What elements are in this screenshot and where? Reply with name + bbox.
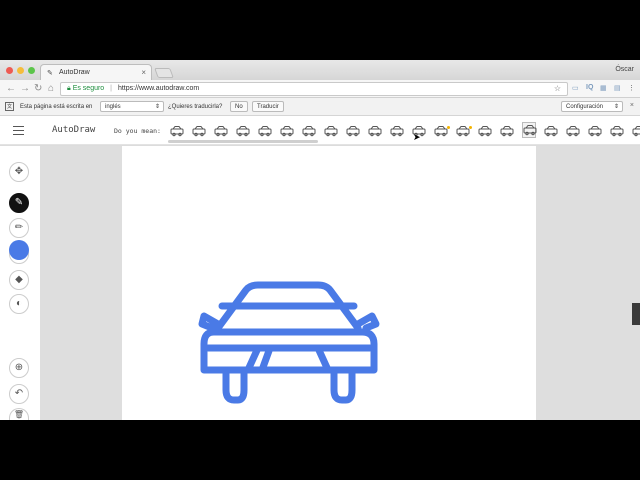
translate-icon: 文 xyxy=(5,102,14,111)
move-icon[interactable]: ✥ xyxy=(9,162,29,182)
car-wheel-right xyxy=(330,366,356,404)
select-arrow-icon: ⇕ xyxy=(613,104,619,110)
suggestion-jeep-icon[interactable] xyxy=(390,124,404,137)
car-drawing xyxy=(198,281,380,404)
new-tab-button[interactable] xyxy=(154,68,174,78)
suggestion-scrollbar[interactable] xyxy=(168,140,318,143)
tool-sidebar: ✥ ✎ ✏︎ T ◆ ◐ ⊕ ↶ 🗑︎ xyxy=(0,146,40,420)
undo-icon[interactable]: ↶ xyxy=(9,384,29,404)
close-window-button[interactable] xyxy=(6,67,13,74)
drawing-canvas[interactable] xyxy=(122,146,536,420)
suggestion-racecar-icon[interactable] xyxy=(544,124,558,137)
suggestion-sportscar-icon[interactable] xyxy=(302,124,316,137)
tab-close-icon[interactable]: × xyxy=(141,68,146,77)
translate-question: ¿Quieres traducirla? xyxy=(168,104,223,110)
suggestion-bus-icon[interactable] xyxy=(170,124,184,137)
tab-autodraw[interactable]: ✎ AutoDraw × xyxy=(40,64,152,80)
suggestion-van-icon[interactable] xyxy=(368,124,382,137)
app-title: AutoDraw xyxy=(52,125,96,135)
right-edge-handle xyxy=(632,303,640,325)
suggestion-pickup-icon[interactable] xyxy=(500,124,514,137)
extension-iq-icon[interactable]: IQ xyxy=(586,84,593,91)
lock-icon: 🔒︎ xyxy=(67,85,71,92)
translate-prefix: Esta página está escrita en xyxy=(20,104,93,110)
shape-icon[interactable]: ◐ xyxy=(9,294,29,314)
suggestion-car-icon[interactable] xyxy=(324,124,338,137)
car-wheel-left xyxy=(222,366,248,404)
suggestion-limo-icon[interactable] xyxy=(236,124,250,137)
suggestion-new-dot xyxy=(447,126,450,129)
zoom-icon[interactable]: ⊕ xyxy=(9,358,29,378)
tab-title: AutoDraw xyxy=(59,69,90,76)
translate-button[interactable]: Traducir xyxy=(252,101,284,112)
suggestion-minivan-icon[interactable] xyxy=(566,124,580,137)
color-picker-button[interactable] xyxy=(9,240,29,260)
home-icon[interactable]: ⌂ xyxy=(48,83,54,94)
fill-bucket-icon[interactable]: ◆ xyxy=(9,270,29,290)
autodraw-magic-icon[interactable]: ✎ xyxy=(9,193,29,213)
suggestion-robot-icon[interactable] xyxy=(280,124,294,137)
maximize-window-button[interactable] xyxy=(28,67,35,74)
back-arrow-icon[interactable]: ← xyxy=(6,83,16,94)
suggestion-hatchback-icon[interactable] xyxy=(588,124,602,137)
suggestion-bus2-icon[interactable] xyxy=(632,124,640,137)
tab-strip: ✎ AutoDraw × Óscar xyxy=(0,60,640,80)
language-value: inglés xyxy=(105,104,121,110)
suggestion-car-outline-icon[interactable] xyxy=(478,124,492,137)
hamburger-menu-icon[interactable] xyxy=(13,126,24,135)
trash-icon[interactable]: 🗑︎ xyxy=(9,408,29,420)
browser-toolbar: ← → ↻ ⌂ 🔒︎ Es seguro | https://www.autod… xyxy=(0,80,640,98)
address-separator: | xyxy=(110,85,112,92)
forward-arrow-icon[interactable]: → xyxy=(20,83,30,94)
settings-select[interactable]: Configuración ⇕ xyxy=(561,101,623,112)
suggestion-sedan-icon[interactable] xyxy=(346,124,360,137)
car-mirror-right xyxy=(354,312,380,332)
pencil-icon[interactable]: ✏︎ xyxy=(9,218,29,238)
language-select[interactable]: inglés ⇕ xyxy=(100,101,164,112)
profile-name[interactable]: Óscar xyxy=(615,66,634,73)
extension-cast-icon[interactable]: ▭ xyxy=(572,84,579,92)
url-text: https://www.autodraw.com xyxy=(117,85,200,92)
extension-grid-icon[interactable]: ▦ xyxy=(600,84,607,92)
autodraw-favicon-icon: ✎ xyxy=(47,70,53,77)
menu-icon[interactable]: ⋮ xyxy=(628,84,635,92)
suggestion-tram-icon[interactable] xyxy=(192,124,206,137)
suggestion-new-dot xyxy=(469,126,472,129)
autodraw-header: AutoDraw Do you mean: xyxy=(0,116,640,145)
reload-icon[interactable]: ↻ xyxy=(34,83,42,94)
select-arrow-icon: ⇕ xyxy=(154,104,160,110)
bookmark-star-icon[interactable]: ☆ xyxy=(554,84,561,93)
mouse-cursor-icon: ➤ xyxy=(413,132,421,142)
extension-box-icon[interactable]: ▤ xyxy=(614,84,621,92)
suggestion-tank-car-icon[interactable] xyxy=(258,124,272,137)
suggestion-car-front-selected-icon[interactable] xyxy=(522,122,537,138)
suggestion-coupe-icon[interactable] xyxy=(434,124,448,137)
car-mirror-left xyxy=(198,312,222,332)
secure-label: Es seguro xyxy=(72,85,105,92)
translate-close-icon[interactable]: × xyxy=(630,102,634,109)
suggestion-roadster-icon[interactable] xyxy=(456,124,470,137)
suggestion-prompt: Do you mean: xyxy=(114,127,161,135)
address-bar[interactable]: 🔒︎ Es seguro | https://www.autodraw.com … xyxy=(60,82,568,96)
no-button[interactable]: No xyxy=(230,101,248,112)
suggestion-bottle-car-icon[interactable] xyxy=(610,124,624,137)
suggestion-ambulance-icon[interactable] xyxy=(214,124,228,137)
translate-bar: 文 Esta página está escrita en inglés ⇕ ¿… xyxy=(0,98,640,116)
minimize-window-button[interactable] xyxy=(17,67,24,74)
browser-screen: ✎ AutoDraw × Óscar ← → ↻ ⌂ 🔒︎ Es seguro … xyxy=(0,60,640,420)
settings-label: Configuración xyxy=(566,104,604,110)
